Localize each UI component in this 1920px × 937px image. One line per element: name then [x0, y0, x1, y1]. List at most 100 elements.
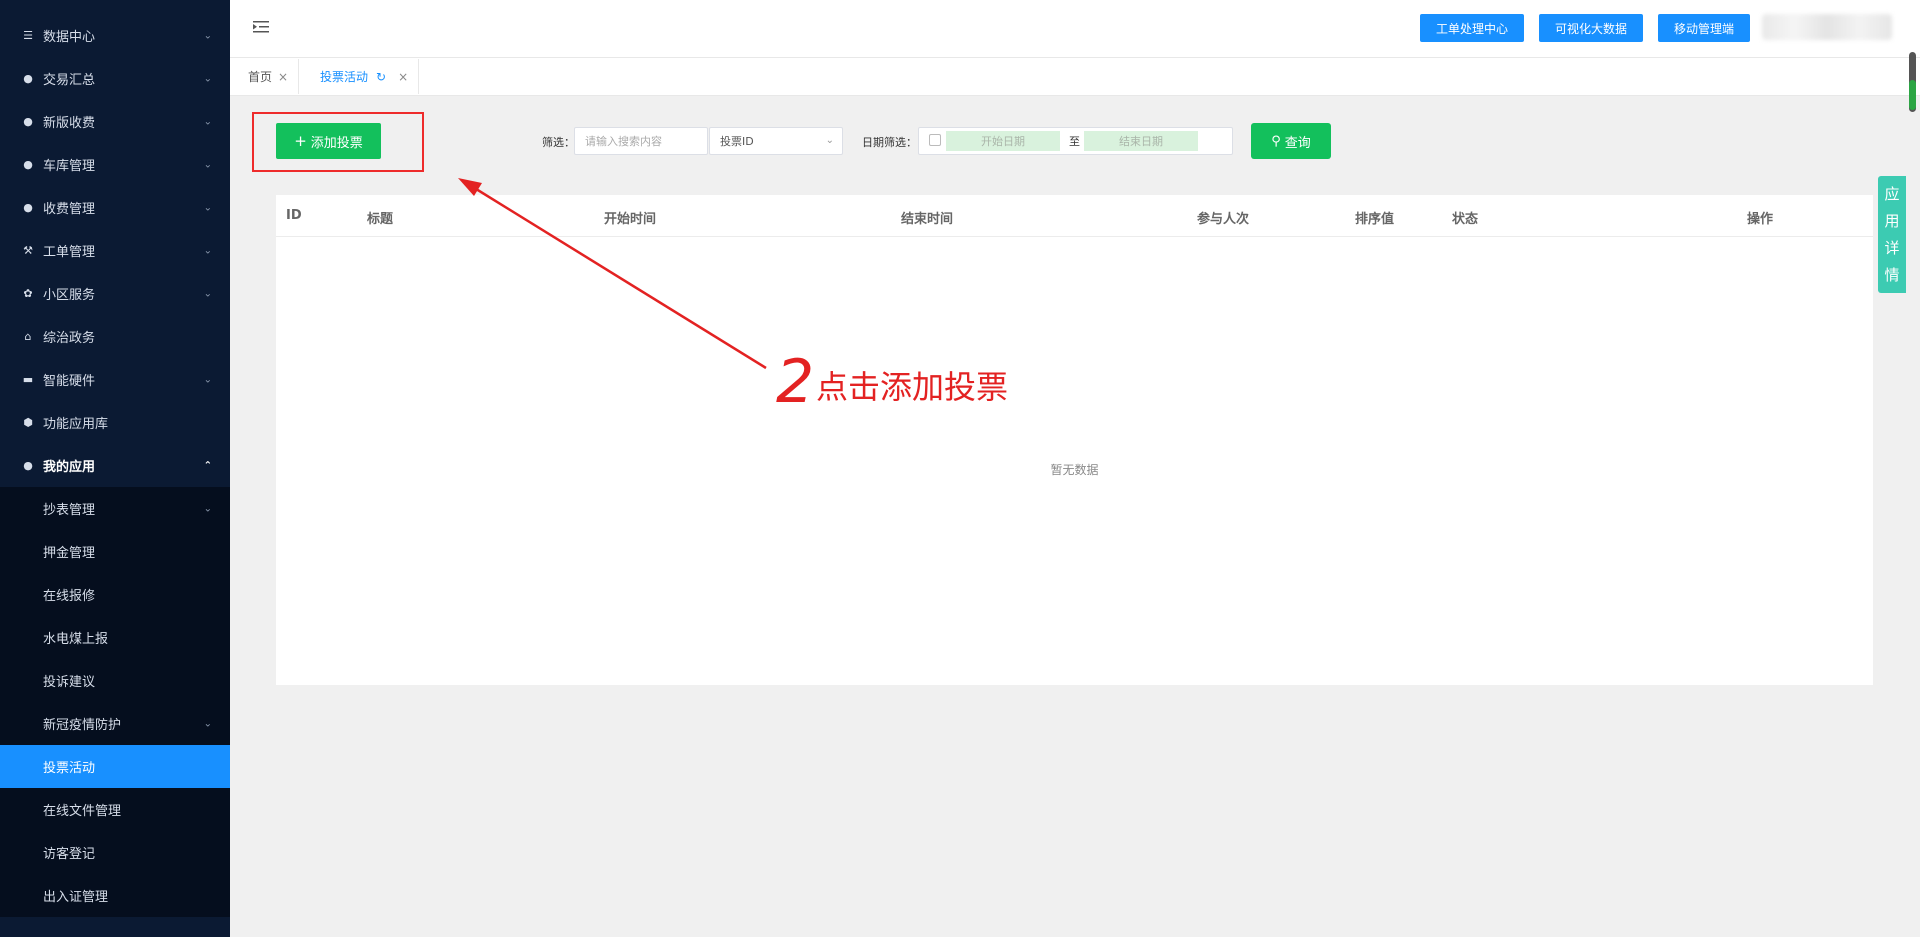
user-info-blurred[interactable] [1762, 14, 1892, 40]
refresh-icon[interactable]: ↻ [376, 70, 386, 84]
column-header: 状态 [1452, 212, 1479, 227]
chevron-down-icon: ⌄ [203, 202, 212, 213]
submenu-item-label: 押金管理 [43, 546, 96, 561]
money-bag-icon: ● [23, 201, 33, 214]
cube-icon: ⬢ [23, 416, 33, 429]
query-label: 查询 [1284, 135, 1311, 151]
sidebar-item-app-library[interactable]: ⬢ 功能应用库 [0, 401, 230, 444]
page-tabs: 首页 × 投票活动 ↻ × [230, 58, 1920, 96]
date-range-picker[interactable]: 开始日期 至 结束日期 [918, 127, 1233, 155]
sidebar-item-label: 综治政务 [43, 331, 96, 346]
submenu-item-label: 访客登记 [43, 847, 96, 862]
sidebar-item-transactions[interactable]: ● 交易汇总 ⌄ [0, 57, 230, 100]
sidebar-item-label: 功能应用库 [43, 417, 109, 432]
plus-icon: + [294, 132, 307, 150]
field-select[interactable]: 投票ID ⌄ [709, 127, 843, 155]
sidebar-item-label: 小区服务 [43, 288, 96, 303]
submenu-item-covid[interactable]: 新冠疫情防护 ⌄ [0, 702, 230, 745]
coins-icon: ● [23, 115, 33, 128]
vote-table: ID 标题 开始时间 结束时间 参与人次 排序值 状态 操作 暂无数据 [276, 195, 1873, 685]
tab-label: 首页 [248, 70, 273, 84]
sidebar-item-my-apps[interactable]: ● 我的应用 ⌃ [0, 444, 230, 487]
search-icon: ⚲ [1271, 133, 1281, 149]
close-icon[interactable]: × [398, 70, 408, 84]
tab-voting[interactable]: 投票活动 ↻ × [304, 59, 420, 94]
chevron-down-icon: ⌄ [203, 718, 212, 729]
side-tab-char: 详 [1884, 238, 1900, 257]
sidebar-item-community-service[interactable]: ✿ 小区服务 ⌄ [0, 272, 230, 315]
top-header: 工单处理中心 可视化大数据 移动管理端 [230, 0, 1920, 58]
database-icon: ☰ [23, 29, 33, 42]
submenu-item-voting[interactable]: 投票活动 [0, 745, 230, 788]
submenu-item-complaints[interactable]: 投诉建议 [0, 659, 230, 702]
submenu-item-label: 在线文件管理 [43, 804, 122, 819]
date-separator: 至 [1069, 135, 1080, 148]
end-date-input[interactable]: 结束日期 [1084, 131, 1198, 151]
start-date-input[interactable]: 开始日期 [946, 131, 1060, 151]
sidebar-item-label: 收费管理 [43, 202, 96, 217]
chevron-up-icon: ⌃ [203, 460, 212, 471]
work-order-center-button[interactable]: 工单处理中心 [1420, 14, 1524, 42]
submenu-item-label: 投诉建议 [43, 675, 96, 690]
my-apps-submenu: 抄表管理 ⌄ 押金管理 在线报修 水电煤上报 投诉建议 新冠疫情防护 ⌄ 投票活… [0, 487, 230, 917]
chevron-down-icon: ⌄ [203, 374, 212, 385]
bank-icon: ⌂ [24, 330, 32, 343]
submenu-item-file-manager[interactable]: 在线文件管理 [0, 788, 230, 831]
submenu-item-deposit[interactable]: 押金管理 [0, 530, 230, 573]
submenu-item-utility-report[interactable]: 水电煤上报 [0, 616, 230, 659]
chevron-down-icon: ⌄ [203, 503, 212, 514]
column-header: 标题 [367, 212, 394, 227]
annotation-text: 点击添加投票 [816, 368, 1009, 406]
sidebar-item-garage[interactable]: ● 车库管理 ⌄ [0, 143, 230, 186]
mobile-admin-button[interactable]: 移动管理端 [1658, 14, 1750, 42]
side-tab-char: 情 [1884, 265, 1900, 284]
search-input[interactable]: 请输入搜索内容 [574, 127, 708, 155]
sidebar-item-data-center[interactable]: ☰ 数据中心 ⌄ [0, 14, 230, 57]
submenu-item-online-repair[interactable]: 在线报修 [0, 573, 230, 616]
sidebar-item-label: 我的应用 [43, 460, 96, 475]
sidebar-item-governance[interactable]: ⌂ 综治政务 [0, 315, 230, 358]
query-button[interactable]: ⚲ 查询 [1251, 123, 1331, 159]
side-tab-char: 应 [1884, 184, 1900, 203]
empty-state-text: 暂无数据 [1050, 463, 1099, 477]
sidebar-item-label: 交易汇总 [43, 73, 96, 88]
chevron-down-icon: ⌄ [203, 116, 212, 127]
column-header: 操作 [1747, 212, 1774, 227]
device-icon: ▬ [22, 373, 34, 386]
chevron-down-icon: ⌄ [203, 288, 212, 299]
filter-label: 筛选： [542, 136, 575, 149]
sidebar-item-work-orders[interactable]: ⚒ 工单管理 ⌄ [0, 229, 230, 272]
close-icon[interactable]: × [278, 70, 288, 84]
add-vote-label: 添加投票 [310, 135, 363, 151]
column-header: 结束时间 [901, 212, 954, 227]
tab-label: 投票活动 [320, 70, 369, 84]
menu-fold-icon[interactable] [252, 18, 270, 36]
column-header: 开始时间 [604, 212, 657, 227]
sidebar-item-smart-hardware[interactable]: ▬ 智能硬件 ⌄ [0, 358, 230, 401]
wrench-icon: ⚒ [23, 244, 33, 257]
column-header: ID [286, 208, 302, 223]
calendar-icon [929, 134, 941, 146]
column-header: 参与人次 [1197, 212, 1250, 227]
visual-bigdata-button[interactable]: 可视化大数据 [1539, 14, 1643, 42]
chevron-down-icon: ⌄ [203, 73, 212, 84]
column-header: 排序值 [1355, 212, 1395, 227]
sidebar-item-new-charges[interactable]: ● 新版收费 ⌄ [0, 100, 230, 143]
chevron-down-icon: ⌄ [825, 135, 834, 146]
sidebar-top-spacer [0, 0, 230, 14]
chevron-down-icon: ⌄ [203, 30, 212, 41]
submenu-item-label: 出入证管理 [43, 890, 109, 905]
flower-icon: ✿ [23, 287, 33, 300]
sidebar-item-label: 数据中心 [43, 30, 96, 45]
submenu-item-meter-reading[interactable]: 抄表管理 ⌄ [0, 487, 230, 530]
search-placeholder: 请输入搜索内容 [585, 135, 662, 148]
page-scrollbar[interactable] [1909, 52, 1916, 112]
submenu-item-pass[interactable]: 出入证管理 [0, 874, 230, 917]
submenu-item-visitors[interactable]: 访客登记 [0, 831, 230, 874]
submenu-item-label: 抄表管理 [43, 503, 96, 518]
add-vote-button[interactable]: + 添加投票 [276, 123, 381, 159]
sidebar-item-charges[interactable]: ● 收费管理 ⌄ [0, 186, 230, 229]
select-value: 投票ID [720, 135, 754, 148]
tab-home[interactable]: 首页 × [232, 59, 300, 94]
app-details-tab[interactable]: 应 用 详 情 [1878, 176, 1906, 293]
